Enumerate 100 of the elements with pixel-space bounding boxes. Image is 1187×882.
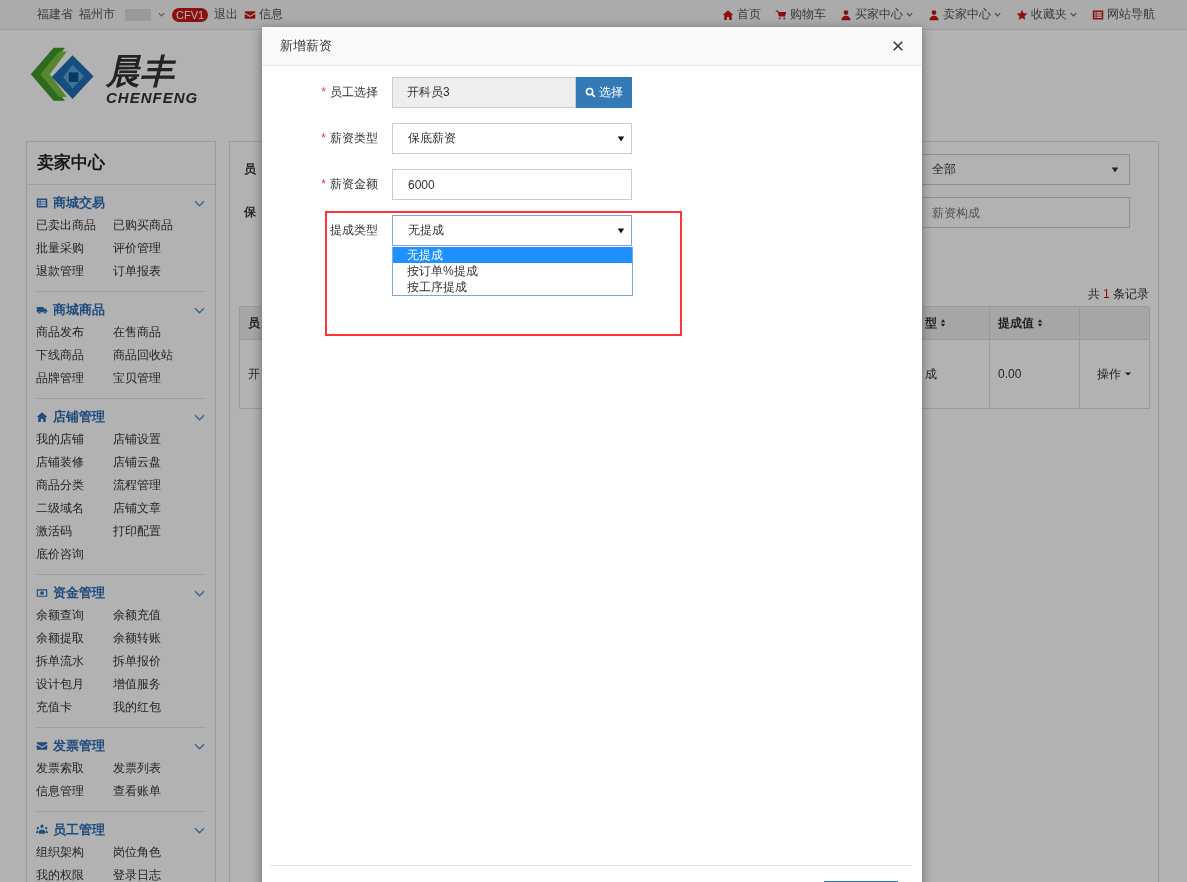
star-icon[interactable] xyxy=(1016,8,1028,21)
section-title[interactable]: 资金管理 xyxy=(53,584,188,602)
top-nav-link[interactable]: 首页 xyxy=(737,6,761,23)
sidebar-link[interactable]: 店铺设置 xyxy=(113,428,190,451)
sidebar-link[interactable]: 查看账单 xyxy=(113,780,190,803)
employee-field[interactable]: 开科员3 xyxy=(392,77,576,108)
home-icon xyxy=(36,411,48,423)
top-nav-link[interactable]: 购物车 xyxy=(790,6,826,23)
chevron-icon[interactable] xyxy=(193,412,206,422)
sidebar-link[interactable]: 店铺云盘 xyxy=(113,451,190,474)
cart-icon[interactable] xyxy=(775,8,787,21)
sidebar-link[interactable]: 增值服务 xyxy=(113,673,190,696)
chevron-icon[interactable] xyxy=(193,305,206,315)
record-count: 共 1 条记录 xyxy=(1087,287,1149,301)
select-button[interactable]: 选择 xyxy=(576,77,632,108)
sort-icon[interactable] xyxy=(1037,318,1043,328)
top-nav-link[interactable]: 卖家中心 xyxy=(943,6,1002,23)
section-title[interactable]: 员工管理 xyxy=(53,821,188,839)
user-icon[interactable] xyxy=(840,8,852,21)
list-icon xyxy=(36,197,48,209)
province-link[interactable]: 福建省 xyxy=(37,6,73,23)
section-title[interactable]: 商城交易 xyxy=(53,194,188,212)
sidebar-link[interactable]: 店铺文章 xyxy=(113,497,190,520)
sidebar-link[interactable]: 激活码 xyxy=(36,520,113,543)
sidebar-link[interactable]: 退款管理 xyxy=(36,260,113,283)
sidebar-link[interactable]: 余额转账 xyxy=(113,627,190,650)
sidebar-link[interactable]: 已卖出商品 xyxy=(36,214,113,237)
sidebar-link[interactable]: 宝贝管理 xyxy=(113,367,190,390)
chevron-icon[interactable] xyxy=(1069,10,1078,19)
envelope-icon[interactable] xyxy=(244,8,257,21)
sidebar-link[interactable]: 充值卡 xyxy=(36,696,113,719)
dropdown-option[interactable]: 按订单%提成 xyxy=(393,263,632,279)
list-icon[interactable] xyxy=(1092,8,1104,21)
select-field[interactable]: 无提成 xyxy=(392,215,632,246)
section-title[interactable]: 商城商品 xyxy=(53,301,188,319)
messages-link[interactable]: 信息 xyxy=(259,6,284,23)
sidebar-link[interactable]: 我的店铺 xyxy=(36,428,113,451)
chevron-icon[interactable] xyxy=(193,825,206,835)
sidebar-link[interactable]: 余额充值 xyxy=(113,604,190,627)
sidebar-link[interactable]: 发票列表 xyxy=(113,757,190,780)
status-select[interactable]: 全部 xyxy=(921,154,1130,185)
search-field[interactable]: 薪资构成 xyxy=(921,197,1130,228)
chevron-icon[interactable] xyxy=(905,10,914,19)
home-icon[interactable] xyxy=(722,8,734,21)
sidebar-link[interactable]: 余额提取 xyxy=(36,627,113,650)
sidebar-link[interactable]: 信息管理 xyxy=(36,780,113,803)
sidebar-link[interactable]: 底价咨询 xyxy=(36,543,113,566)
sidebar-link[interactable]: 设计包月 xyxy=(36,673,113,696)
dropdown-option[interactable]: 按工序提成 xyxy=(393,279,632,295)
top-nav-link[interactable]: 网站导航 xyxy=(1107,6,1155,23)
caret-icon xyxy=(617,134,625,143)
sidebar-link[interactable]: 流程管理 xyxy=(113,474,190,497)
sidebar-link[interactable]: 评价管理 xyxy=(113,237,190,260)
sidebar-link[interactable]: 岗位角色 xyxy=(113,841,190,864)
sidebar-link[interactable]: 商品发布 xyxy=(36,321,113,344)
sidebar-link[interactable]: 我的红包 xyxy=(113,696,190,719)
sidebar-link[interactable]: 二级域名 xyxy=(36,497,113,520)
user-icon[interactable] xyxy=(928,8,940,21)
section-title[interactable]: 发票管理 xyxy=(53,737,188,755)
top-nav-link[interactable]: 收藏夹 xyxy=(1031,6,1078,23)
required-marker: * xyxy=(321,130,326,147)
sidebar-link[interactable]: 拆单流水 xyxy=(36,650,113,673)
city-link[interactable]: 福州市 xyxy=(79,6,115,23)
chevron-icon[interactable] xyxy=(193,741,206,751)
sidebar-link[interactable]: 商品分类 xyxy=(36,474,113,497)
sidebar-link[interactable]: 发票索取 xyxy=(36,757,113,780)
sidebar-link[interactable]: 我的权限 xyxy=(36,864,113,882)
sidebar-link[interactable]: 已购买商品 xyxy=(113,214,190,237)
sidebar-link[interactable]: 品牌管理 xyxy=(36,367,113,390)
logo-name: 晨丰 xyxy=(106,52,177,89)
caret-icon xyxy=(617,226,625,235)
sidebar-link[interactable]: 订单报表 xyxy=(113,260,190,283)
chevron-icon[interactable] xyxy=(157,10,166,19)
sidebar-link[interactable]: 批量采购 xyxy=(36,237,113,260)
sidebar-link[interactable]: 余额查询 xyxy=(36,604,113,627)
field-label: 薪资金额 xyxy=(330,176,378,193)
sidebar-link[interactable]: 打印配置 xyxy=(113,520,190,543)
sidebar-link[interactable]: 下线商品 xyxy=(36,344,113,367)
field-label: 提成类型 xyxy=(330,222,378,239)
logout-link[interactable]: 退出 xyxy=(214,6,239,23)
actions-dropdown[interactable]: 操作 xyxy=(1097,365,1132,383)
column-header[interactable]: 提成值 xyxy=(990,307,1080,340)
sidebar-link[interactable]: 组织架构 xyxy=(36,841,113,864)
section-title[interactable]: 店铺管理 xyxy=(53,408,188,426)
amount-field[interactable]: 6000 xyxy=(392,169,632,200)
sidebar-link[interactable]: 在售商品 xyxy=(113,321,190,344)
truck-icon xyxy=(36,304,48,316)
select-field[interactable]: 保底薪资 xyxy=(392,123,632,154)
filter-label: 员 xyxy=(244,161,256,178)
sidebar-link[interactable]: 商品回收站 xyxy=(113,344,190,367)
chevron-icon[interactable] xyxy=(993,10,1002,19)
sidebar-link[interactable]: 店铺装修 xyxy=(36,451,113,474)
chevron-icon[interactable] xyxy=(193,588,206,598)
sidebar-link[interactable]: 拆单报价 xyxy=(113,650,190,673)
close-icon[interactable] xyxy=(892,40,904,52)
chevron-icon[interactable] xyxy=(193,198,206,208)
sidebar-link[interactable]: 登录日志 xyxy=(113,864,190,882)
caret-icon xyxy=(1124,370,1132,378)
top-nav-link[interactable]: 买家中心 xyxy=(855,6,914,23)
sort-icon[interactable] xyxy=(940,318,946,328)
